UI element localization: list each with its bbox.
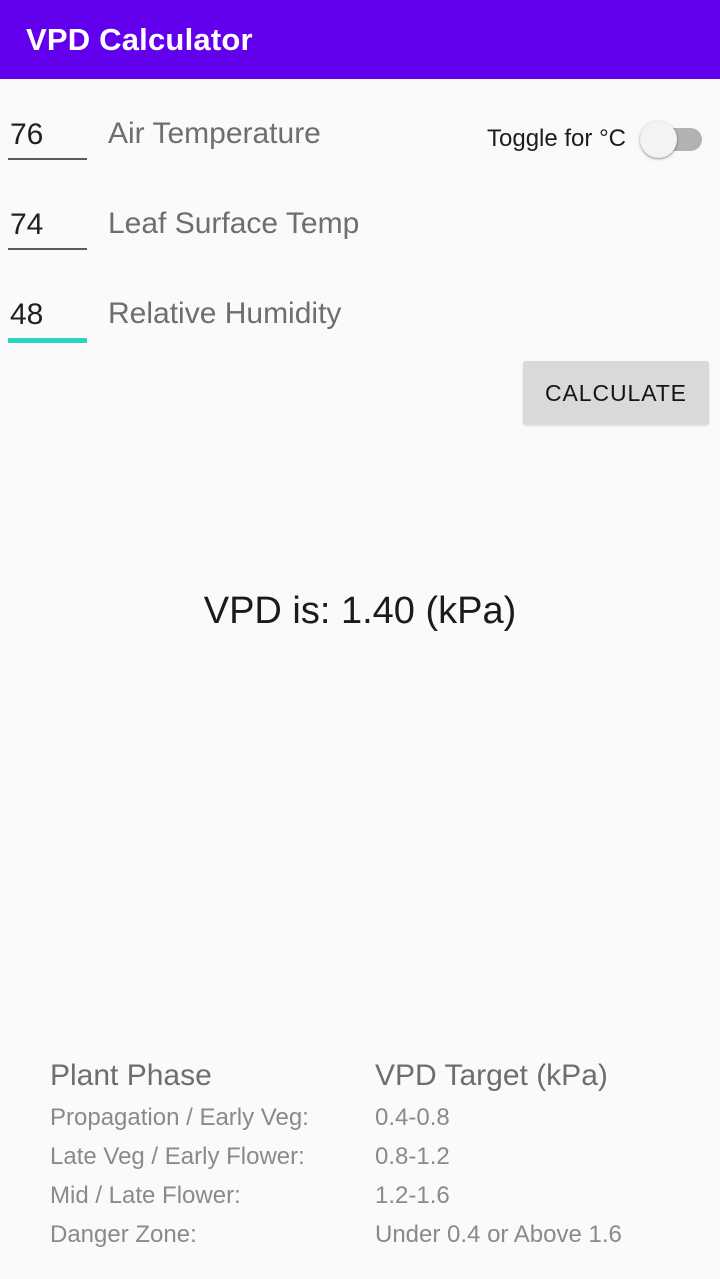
- celsius-toggle-label: Toggle for °C: [487, 125, 626, 152]
- table-cell-target: 0.8-1.2: [375, 1143, 450, 1170]
- leaf-surface-temp-input[interactable]: [8, 205, 87, 247]
- app-bar: VPD Calculator: [0, 0, 720, 79]
- celsius-toggle-group[interactable]: Toggle for °C: [487, 119, 702, 159]
- table-cell-target: Under 0.4 or Above 1.6: [375, 1221, 622, 1248]
- leaf-surface-temp-underline: [8, 248, 87, 250]
- air-temperature-input[interactable]: [8, 115, 87, 157]
- app-screen: VPD Calculator Air Temperature Toggle fo…: [0, 0, 720, 1279]
- table-header-row: Plant Phase VPD Target (kPa): [50, 1056, 710, 1100]
- field-row-leaf-surface-temp: Leaf Surface Temp: [0, 187, 720, 277]
- vpd-result-text: VPD is: 1.40 (kPa): [203, 590, 517, 632]
- table-cell-phase: Mid / Late Flower:: [50, 1182, 241, 1209]
- table-row: Mid / Late Flower: 1.2-1.6: [50, 1178, 710, 1217]
- calculate-button[interactable]: CALCULATE: [523, 361, 709, 425]
- air-temperature-underline: [8, 158, 87, 160]
- table-row: Late Veg / Early Flower: 0.8-1.2: [50, 1139, 710, 1178]
- field-row-relative-humidity: Relative Humidity: [0, 277, 720, 367]
- table-row: Danger Zone: Under 0.4 or Above 1.6: [50, 1217, 710, 1256]
- field-row-air-temperature: Air Temperature Toggle for °C: [0, 97, 720, 187]
- relative-humidity-underline: [8, 338, 87, 343]
- relative-humidity-label: Relative Humidity: [108, 297, 342, 330]
- input-form: Air Temperature Toggle for °C Leaf Surfa…: [0, 79, 720, 425]
- vpd-reference-table: Plant Phase VPD Target (kPa) Propagation…: [50, 1056, 710, 1256]
- table-header-plant-phase: Plant Phase: [50, 1059, 212, 1092]
- page-title: VPD Calculator: [26, 22, 253, 57]
- table-cell-target: 0.4-0.8: [375, 1104, 450, 1131]
- celsius-toggle-switch[interactable]: [640, 119, 702, 159]
- relative-humidity-input[interactable]: [8, 295, 87, 337]
- leaf-surface-temp-label: Leaf Surface Temp: [108, 207, 360, 240]
- table-cell-phase: Propagation / Early Veg:: [50, 1104, 309, 1131]
- table-cell-phase: Late Veg / Early Flower:: [50, 1143, 305, 1170]
- table-cell-phase: Danger Zone:: [50, 1221, 197, 1248]
- air-temperature-label: Air Temperature: [108, 117, 321, 150]
- table-header-vpd-target: VPD Target (kPa): [375, 1059, 608, 1092]
- table-row: Propagation / Early Veg: 0.4-0.8: [50, 1100, 710, 1139]
- table-cell-target: 1.2-1.6: [375, 1182, 450, 1209]
- switch-thumb[interactable]: [640, 121, 677, 158]
